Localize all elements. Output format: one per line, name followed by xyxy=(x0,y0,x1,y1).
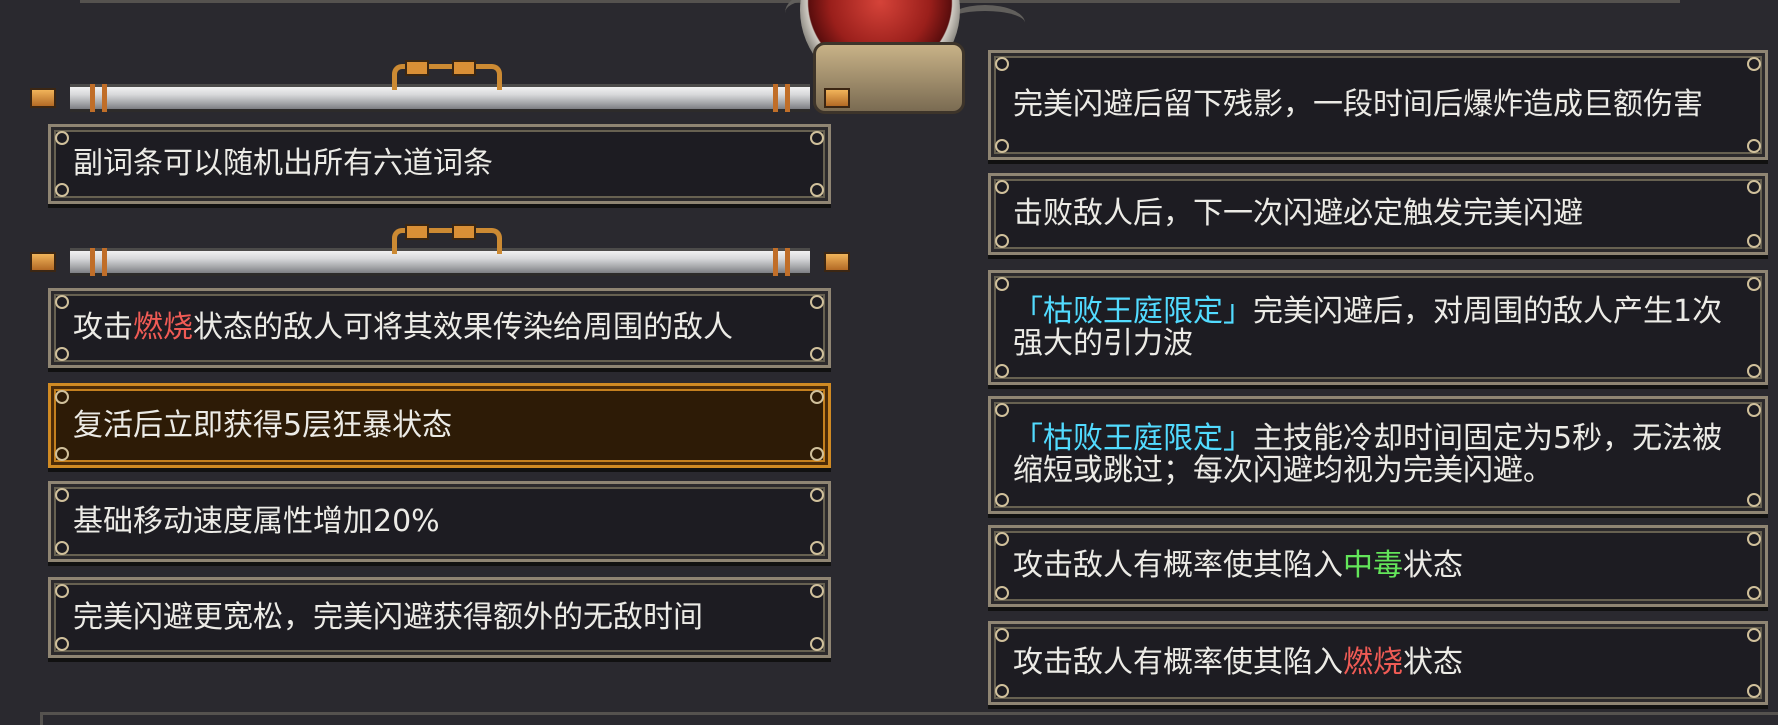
card-corner-ornament-icon xyxy=(995,180,1009,194)
left_panel.group1-affix-card[interactable]: 副词条可以随机出所有六道词条 xyxy=(48,124,831,204)
affix-text-segment: 攻击敌人有概率使其陷入 xyxy=(1013,645,1343,680)
affix-text: 击败敌人后，下一次闪避必定触发完美闪避 xyxy=(1013,198,1583,230)
card-corner-ornament-icon xyxy=(1747,234,1761,248)
card-corner-ornament-icon xyxy=(1747,493,1761,507)
scroll-end-right-icon xyxy=(824,88,850,108)
affix-text-segment: 攻击敌人有概率使其陷入 xyxy=(1013,548,1343,583)
card-corner-ornament-icon xyxy=(55,584,69,598)
right_panel-affix-card[interactable]: 攻击敌人有概率使其陷入燃烧状态 xyxy=(988,621,1768,705)
affix-text: 基础移动速度属性增加20% xyxy=(73,503,440,539)
card-corner-ornament-icon xyxy=(55,183,69,197)
card-corner-ornament-icon xyxy=(55,541,69,555)
affix-text: 「枯败王庭限定」主技能冷却时间固定为5秒，无法被缩短或跳过；每次闪避均视为完美闪… xyxy=(1013,423,1743,487)
card-corner-ornament-icon xyxy=(55,447,69,461)
affix-text: 攻击敌人有概率使其陷入中毒状态 xyxy=(1013,550,1463,582)
left_panel.group2-affix-card[interactable]: 复活后立即获得5层狂暴状态 xyxy=(48,383,831,468)
affix-keyword-burn: 燃烧 xyxy=(133,310,193,345)
affix-text: 副词条可以随机出所有六道词条 xyxy=(73,148,493,180)
card-corner-ornament-icon xyxy=(810,131,824,145)
scroll-header-group2 xyxy=(30,224,850,276)
left_panel.group2-affix-card[interactable]: 基础移动速度属性增加20% xyxy=(48,481,831,562)
card-corner-ornament-icon xyxy=(1747,277,1761,291)
affix-text-segment: 攻击 xyxy=(73,310,133,345)
card-corner-ornament-icon xyxy=(810,347,824,361)
card-corner-ornament-icon xyxy=(1747,57,1761,71)
right_panel-affix-card[interactable]: 完美闪避后留下残影，一段时间后爆炸造成巨额伤害 xyxy=(988,50,1768,160)
affix-text-segment: 复活后立即获得5层狂暴状态 xyxy=(73,407,453,443)
card-corner-ornament-icon xyxy=(995,364,1009,378)
card-corner-ornament-icon xyxy=(55,131,69,145)
left_panel.group2-affix-card[interactable]: 攻击燃烧状态的敌人可将其效果传染给周围的敌人 xyxy=(48,288,831,368)
card-corner-ornament-icon xyxy=(995,532,1009,546)
affix-text-segment: 完美闪避更宽松，完美闪避获得额外的无敌时间 xyxy=(73,599,703,635)
card-corner-ornament-icon xyxy=(810,584,824,598)
affix-keyword-tag: 「枯败王庭限定」 xyxy=(1013,293,1253,329)
card-corner-ornament-icon xyxy=(55,347,69,361)
affix-text-segment: 击败敌人后，下一次闪避必定触发完美闪避 xyxy=(1013,196,1583,231)
card-corner-ornament-icon xyxy=(55,295,69,309)
right_panel-affix-card[interactable]: 击败敌人后，下一次闪避必定触发完美闪避 xyxy=(988,173,1768,255)
affix-keyword-burn: 燃烧 xyxy=(1343,645,1403,680)
card-corner-ornament-icon xyxy=(1747,139,1761,153)
card-corner-ornament-icon xyxy=(810,637,824,651)
affix-text: 攻击燃烧状态的敌人可将其效果传染给周围的敌人 xyxy=(73,312,733,344)
affix-text: 「枯败王庭限定」完美闪避后，对周围的敌人产生1次强大的引力波 xyxy=(1013,293,1743,360)
card-corner-ornament-icon xyxy=(810,488,824,502)
scroll-end-left-icon xyxy=(30,88,56,108)
card-corner-ornament-icon xyxy=(55,390,69,404)
scroll-end-left-icon xyxy=(30,252,56,272)
affix-keyword-poison: 中毒 xyxy=(1343,548,1403,583)
card-corner-ornament-icon xyxy=(995,57,1009,71)
affix-text: 完美闪避后留下残影，一段时间后爆炸造成巨额伤害 xyxy=(1013,89,1703,121)
card-corner-ornament-icon xyxy=(995,684,1009,698)
card-corner-ornament-icon xyxy=(995,493,1009,507)
scroll-header-group1 xyxy=(30,60,850,112)
card-corner-ornament-icon xyxy=(1747,684,1761,698)
affix-text-segment: 基础移动速度属性增加20% xyxy=(73,503,440,539)
card-corner-ornament-icon xyxy=(1747,403,1761,417)
card-corner-ornament-icon xyxy=(810,541,824,555)
affix-text: 完美闪避更宽松，完美闪避获得额外的无敌时间 xyxy=(73,599,703,635)
card-corner-ornament-icon xyxy=(995,586,1009,600)
card-corner-ornament-icon xyxy=(995,139,1009,153)
card-corner-ornament-icon xyxy=(55,637,69,651)
affix-text-segment: 副词条可以随机出所有六道词条 xyxy=(73,146,493,181)
affix-keyword-tag: 「枯败王庭限定」 xyxy=(1013,421,1253,456)
card-corner-ornament-icon xyxy=(995,403,1009,417)
card-corner-ornament-icon xyxy=(810,183,824,197)
card-corner-ornament-icon xyxy=(1747,586,1761,600)
card-corner-ornament-icon xyxy=(995,234,1009,248)
right_panel-affix-card[interactable]: 「枯败王庭限定」主技能冷却时间固定为5秒，无法被缩短或跳过；每次闪避均视为完美闪… xyxy=(988,396,1768,514)
card-corner-ornament-icon xyxy=(1747,364,1761,378)
bottom-frame-line xyxy=(42,712,1778,715)
left_panel.group2-affix-card[interactable]: 完美闪避更宽松，完美闪避获得额外的无敌时间 xyxy=(48,577,831,658)
scroll-end-right-icon xyxy=(824,252,850,272)
card-corner-ornament-icon xyxy=(995,628,1009,642)
card-corner-ornament-icon xyxy=(810,447,824,461)
bottom-frame-left-edge xyxy=(40,712,43,725)
card-corner-ornament-icon xyxy=(1747,180,1761,194)
affix-text-segment: 状态的敌人可将其效果传染给周围的敌人 xyxy=(193,310,733,345)
card-corner-ornament-icon xyxy=(55,488,69,502)
affix-text-segment: 状态 xyxy=(1403,548,1463,583)
card-corner-ornament-icon xyxy=(810,295,824,309)
affix-text-segment: 状态 xyxy=(1403,645,1463,680)
card-corner-ornament-icon xyxy=(1747,628,1761,642)
affix-text-segment: 完美闪避后留下残影，一段时间后爆炸造成巨额伤害 xyxy=(1013,87,1703,122)
card-corner-ornament-icon xyxy=(1747,532,1761,546)
affix-text: 复活后立即获得5层狂暴状态 xyxy=(73,407,453,443)
affix-text: 攻击敌人有概率使其陷入燃烧状态 xyxy=(1013,647,1463,679)
card-corner-ornament-icon xyxy=(810,390,824,404)
right_panel-affix-card[interactable]: 攻击敌人有概率使其陷入中毒状态 xyxy=(988,525,1768,607)
card-corner-ornament-icon xyxy=(995,277,1009,291)
right_panel-affix-card[interactable]: 「枯败王庭限定」完美闪避后，对周围的敌人产生1次强大的引力波 xyxy=(988,270,1768,385)
